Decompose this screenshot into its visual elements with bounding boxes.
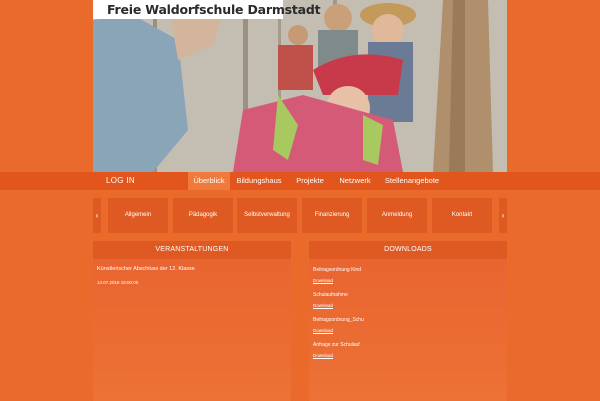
hero-image	[93, 0, 507, 172]
download-item-title: Schulaufnahme	[313, 292, 348, 298]
download-item-title: Beitragsordnung Kind	[313, 267, 362, 273]
subnav-item-allgemein[interactable]: Allgemein	[108, 198, 168, 233]
event-date: 14.07.2016 19:00:00	[97, 280, 139, 285]
download-link[interactable]: Download	[313, 303, 333, 308]
download-item-title: Anfrage zur Schulauf	[313, 342, 360, 348]
site-logo[interactable]: Freie Waldorfschule Darmstadt	[93, 0, 321, 19]
events-panel: VERANSTALTUNGEN Künstlerischer Abschluss…	[93, 241, 291, 401]
subnav-prev-button[interactable]: ‹	[93, 198, 101, 233]
nav-tab-projekte[interactable]: Projekte	[290, 172, 330, 190]
downloads-panel: DOWNLOADS Beitragsordnung Kind Download …	[309, 241, 507, 401]
events-heading: VERANSTALTUNGEN	[93, 241, 291, 259]
subnav-item-kontakt[interactable]: Kontakt	[432, 198, 492, 233]
download-link[interactable]: Download	[313, 328, 333, 333]
subnav-item-selbstverwaltung[interactable]: Selbstverwaltung	[237, 198, 297, 233]
download-link[interactable]: Download	[313, 353, 333, 358]
subnav-next-button[interactable]: ›	[499, 198, 507, 233]
login-link[interactable]: LOG IN	[106, 176, 135, 185]
subnav-item-finanzierung[interactable]: Finanzierung	[302, 198, 362, 233]
nav-tab-netzwerk[interactable]: Netzwerk	[334, 172, 376, 190]
hero-photo-illustration	[93, 0, 507, 172]
site-title: Freie Waldorfschule Darmstadt	[107, 2, 321, 17]
download-item-title: Beitragsordnung_Schu	[313, 317, 364, 323]
nav-tab-bildungshaus[interactable]: Bildungshaus	[234, 172, 284, 190]
event-title[interactable]: Künstlerischer Abschluss der 12. Klasse	[97, 266, 195, 272]
nav-tab-ueberblick[interactable]: Überblick	[188, 172, 230, 190]
nav-tab-stellenangebote[interactable]: Stellenangebote	[382, 172, 442, 190]
download-link[interactable]: Download	[313, 278, 333, 283]
subnav-item-paedagogik[interactable]: Pädagogik	[173, 198, 233, 233]
downloads-heading: DOWNLOADS	[309, 241, 507, 259]
subnav-item-anmeldung[interactable]: Anmeldung	[367, 198, 427, 233]
